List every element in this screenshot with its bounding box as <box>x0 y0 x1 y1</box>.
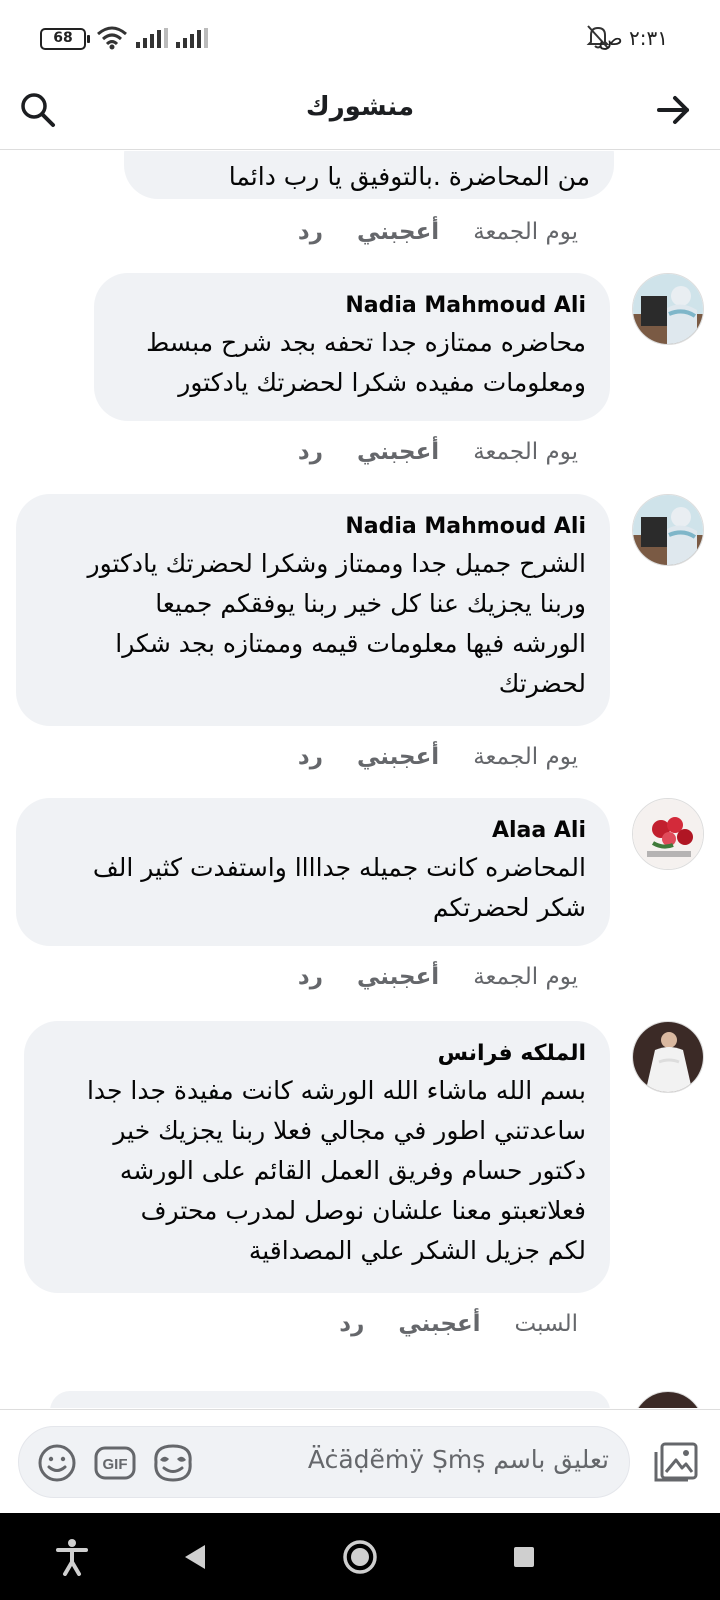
avatar[interactable] <box>632 1391 704 1408</box>
nav-back-button[interactable] <box>172 1535 216 1579</box>
accessibility-icon <box>56 1539 88 1576</box>
avatar[interactable] <box>632 494 704 566</box>
comment-text: محاضره ممتازه جدا تحفه بجد شرح مبسط ومعل… <box>146 328 586 397</box>
comment-text: من المحاضرة .بالتوفيق يا رب دائما <box>228 162 590 191</box>
like-button[interactable]: أعجبني <box>357 964 439 990</box>
photo-button[interactable] <box>650 1436 702 1488</box>
clock: ٢:٣١ ص <box>598 26 668 50</box>
comment-actions: يوم الجمعة أعجبني رد <box>298 964 578 990</box>
reply-button[interactable]: رد <box>298 439 323 465</box>
signal-icon <box>176 28 208 48</box>
app-header: منشورك <box>0 72 720 150</box>
system-nav-bar <box>0 1513 720 1600</box>
like-button[interactable]: أعجبني <box>398 1311 480 1337</box>
nav-home-button[interactable] <box>338 1535 382 1579</box>
status-bar: 68 ٢:٣١ ص <box>0 0 720 72</box>
comment-author[interactable]: الملكه فرانس <box>48 1037 586 1071</box>
nav-recents-button[interactable] <box>502 1535 546 1579</box>
comment-bubble[interactable]: من المحاضرة .بالتوفيق يا رب دائما <box>124 151 614 199</box>
accessibility-button[interactable] <box>50 1535 94 1579</box>
like-button[interactable]: أعجبني <box>357 744 439 770</box>
comment-input[interactable]: GIF تعليق باسم Äċäḍẽṁÿ Ṣṁṣ <box>18 1426 630 1498</box>
gif-label: GIF <box>103 1456 128 1473</box>
square-recents-icon <box>514 1547 534 1567</box>
sticker-icon <box>154 1444 192 1482</box>
wifi-icon <box>97 26 127 50</box>
reply-button[interactable]: رد <box>298 964 323 990</box>
sticker-button[interactable] <box>149 1439 197 1487</box>
comment-bubble[interactable]: الملكه فرانس بسم الله ماشاء الله الورشه … <box>24 1021 610 1293</box>
comment-text: بسم الله ماشاء الله الورشه كانت مفيدة جد… <box>86 1076 586 1265</box>
emoji-button[interactable] <box>33 1439 81 1487</box>
comment-time: يوم الجمعة <box>473 219 578 245</box>
smiley-icon <box>38 1444 76 1482</box>
page-title: منشورك <box>305 92 415 122</box>
home-circle-icon <box>343 1540 377 1574</box>
like-button[interactable]: أعجبني <box>357 439 439 465</box>
comment-author[interactable]: Alaa Ali <box>40 814 586 848</box>
comment-time: يوم الجمعة <box>473 439 578 465</box>
comment-bubble[interactable]: Nadia Mahmoud Ali محاضره ممتازه جدا تحفه… <box>94 273 610 421</box>
comment-author[interactable]: Nadia Mahmoud Ali <box>118 289 586 323</box>
avatar[interactable] <box>632 273 704 345</box>
avatar[interactable] <box>632 1021 704 1093</box>
reply-button[interactable]: رد <box>298 219 323 245</box>
back-button[interactable] <box>652 88 696 132</box>
avatar[interactable] <box>632 798 704 870</box>
reply-button[interactable]: رد <box>339 1311 364 1337</box>
gif-icon: GIF <box>94 1446 136 1480</box>
comment-bubble[interactable]: Alaa Ali المحاضره كانت جميله جداااا واست… <box>16 798 610 946</box>
gif-button[interactable]: GIF <box>91 1439 139 1487</box>
comment-time: يوم الجمعة <box>473 964 578 990</box>
comments-feed[interactable]: من المحاضرة .بالتوفيق يا رب دائما يوم ال… <box>0 151 720 1408</box>
like-button[interactable]: أعجبني <box>357 219 439 245</box>
photo-icon <box>654 1442 698 1482</box>
arrow-right-icon <box>657 96 689 124</box>
battery-icon: 68 <box>40 28 90 50</box>
comment-author[interactable]: Nadia Mahmoud Ali <box>40 510 586 544</box>
comment-bubble[interactable]: Nadia Mahmoud Ali الشرح جميل جدا وممتاز … <box>16 494 610 726</box>
comment-actions: يوم الجمعة أعجبني رد <box>298 439 578 465</box>
comment-actions: يوم الجمعة أعجبني رد <box>298 744 578 770</box>
signal-icon <box>136 28 168 48</box>
comment-actions: السبت أعجبني رد <box>339 1311 578 1337</box>
comment-actions: يوم الجمعة أعجبني رد <box>298 219 578 245</box>
comment-text: المحاضره كانت جميله جداااا واستفدت كثير … <box>92 853 586 922</box>
comment-time: السبت <box>514 1311 578 1337</box>
comment-composer: GIF تعليق باسم Äċäḍẽṁÿ Ṣṁṣ <box>0 1409 720 1513</box>
comment-text: الشرح جميل جدا وممتاز وشكرا لحضرتك يادكت… <box>87 549 587 698</box>
comment-bubble[interactable] <box>50 1391 610 1408</box>
comment-time: يوم الجمعة <box>473 744 578 770</box>
triangle-back-icon <box>185 1545 205 1569</box>
comment-input-placeholder: تعليق باسم Äċäḍẽṁÿ Ṣṁṣ <box>307 1445 609 1474</box>
reply-button[interactable]: رد <box>298 744 323 770</box>
